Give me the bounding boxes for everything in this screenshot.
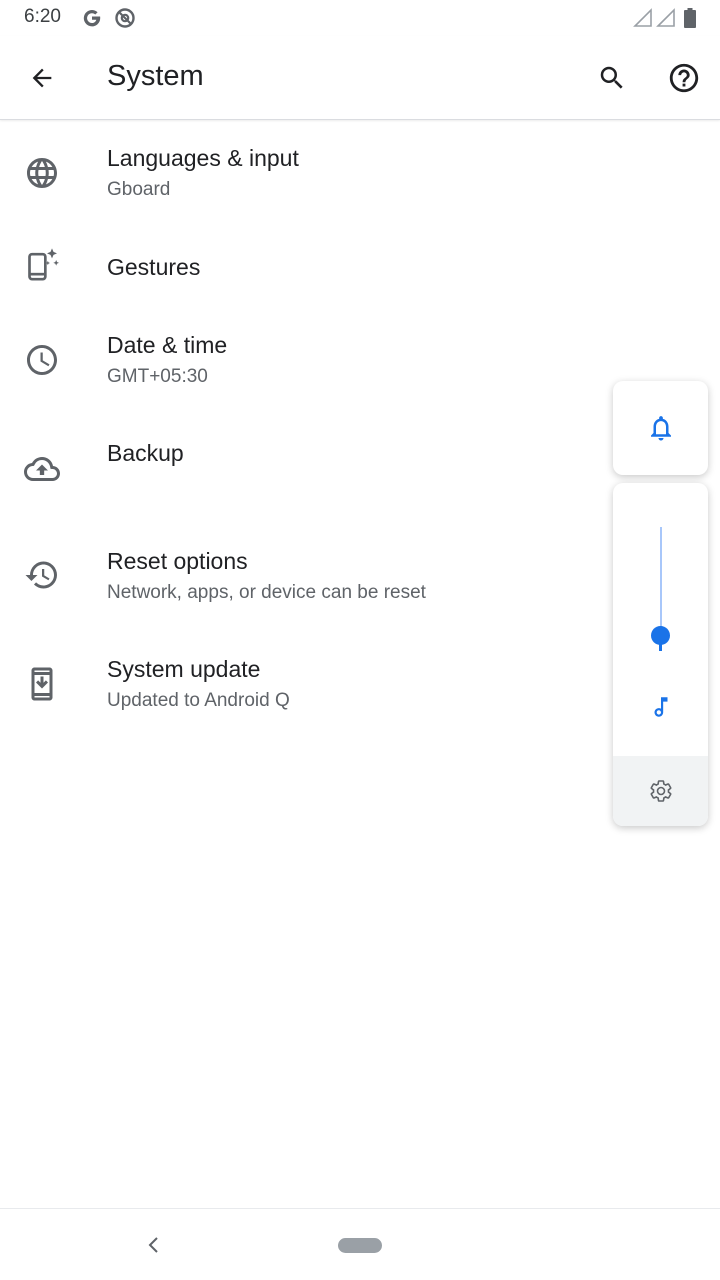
arrow-back-icon — [32, 68, 52, 88]
ringer-mode-button[interactable] — [613, 381, 708, 475]
phone-gesture-icon — [22, 245, 62, 285]
volume-settings-button[interactable] — [613, 756, 708, 826]
setting-languages-input[interactable]: Languages & input Gboard — [0, 122, 720, 226]
system-update-icon — [22, 664, 62, 704]
at-sign-icon — [114, 7, 136, 29]
setting-summary: Updated to Android Q — [107, 690, 290, 711]
help-circle-icon — [669, 63, 699, 93]
setting-gestures[interactable]: Gestures — [0, 226, 720, 308]
help-button[interactable] — [660, 54, 708, 102]
status-time: 6:20 — [24, 6, 61, 27]
app-bar: System — [0, 36, 720, 120]
status-bar: 6:20 — [0, 0, 720, 36]
setting-title: Date & time — [107, 332, 228, 358]
history-icon — [22, 555, 62, 595]
setting-date-time[interactable]: Date & time GMT+05:30 — [0, 308, 720, 412]
setting-backup[interactable]: Backup — [0, 412, 720, 516]
back-button[interactable] — [18, 54, 66, 102]
setting-title: Languages & input — [107, 145, 299, 171]
cloud-upload-icon — [22, 449, 62, 489]
gear-icon — [649, 780, 672, 802]
signal-empty-icon — [656, 8, 676, 28]
setting-summary: Gboard — [107, 179, 171, 200]
setting-summary: Network, apps, or device can be reset — [107, 582, 426, 603]
signal-empty-icon — [633, 8, 653, 28]
setting-title: Backup — [107, 440, 184, 466]
page-title: System — [107, 60, 204, 92]
google-g-icon — [81, 7, 103, 29]
nav-back-button[interactable] — [138, 1229, 170, 1261]
search-icon — [600, 66, 623, 89]
setting-system-update[interactable]: System update Updated to Android Q — [0, 628, 720, 732]
setting-title: System update — [107, 656, 261, 682]
clock-icon — [22, 340, 62, 380]
globe-icon — [22, 153, 62, 193]
setting-reset-options[interactable]: Reset options Network, apps, or device c… — [0, 520, 720, 624]
battery-icon — [684, 8, 696, 28]
navigation-bar — [0, 1208, 720, 1280]
setting-summary: GMT+05:30 — [107, 366, 208, 387]
bell-icon — [650, 416, 671, 441]
setting-title: Gestures — [107, 254, 201, 280]
home-pill-icon[interactable] — [338, 1238, 382, 1253]
search-button[interactable] — [588, 54, 636, 102]
volume-panel — [613, 483, 708, 826]
volume-slider-thumb[interactable] — [651, 625, 670, 645]
music-note-icon[interactable] — [647, 691, 675, 723]
setting-title: Reset options — [107, 548, 248, 574]
nav-back-chevron-icon — [148, 1237, 158, 1253]
